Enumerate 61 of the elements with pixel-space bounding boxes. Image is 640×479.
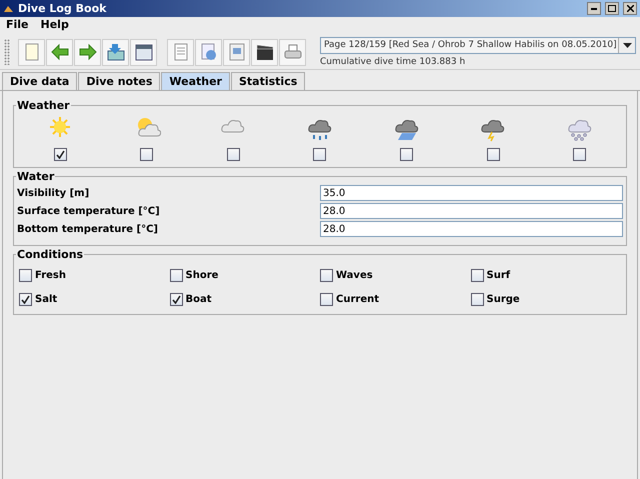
import-icon [106, 42, 126, 62]
field-label: Visibility [m] [17, 188, 90, 198]
tab[interactable]: Statistics [230, 72, 306, 90]
checkbox-label: Waves [336, 270, 373, 281]
toolbar-button[interactable] [130, 38, 157, 66]
checkbox[interactable] [470, 269, 484, 282]
tab[interactable]: Dive data [2, 72, 78, 90]
minimize-icon [591, 8, 597, 10]
cumulative-time: Cumulative dive time 103.883 h [320, 57, 466, 67]
tab[interactable]: Dive notes [78, 72, 160, 90]
checkbox[interactable] [400, 148, 414, 161]
maximize-icon [608, 5, 616, 12]
checkbox[interactable] [19, 269, 32, 282]
toolbar-grip[interactable] [4, 39, 10, 65]
panel-title: Water [16, 170, 56, 183]
monitor-icon [226, 42, 246, 62]
checkbox-label: Fresh [35, 270, 66, 281]
checkbox[interactable] [19, 293, 32, 306]
dropdown-button[interactable] [618, 38, 635, 53]
field-label: Surface temperature [°C] [17, 206, 161, 216]
left-arrow-icon [50, 42, 70, 62]
input-field[interactable]: 28.0 [320, 221, 623, 237]
window-title: Dive Log Book [18, 2, 108, 15]
right-arrow-icon [78, 42, 98, 62]
checkbox[interactable] [573, 148, 586, 161]
maximize-button[interactable] [605, 2, 619, 15]
toolbar-button[interactable] [102, 38, 129, 66]
checkbox-label: Boat [186, 294, 212, 305]
close-button[interactable] [623, 2, 637, 15]
menu-item[interactable]: Help [40, 18, 69, 34]
app-icon [3, 4, 14, 13]
menu-item[interactable]: File [6, 18, 29, 34]
toolbar-button[interactable] [251, 38, 278, 66]
clapperboard-icon [254, 42, 274, 62]
close-icon [626, 5, 634, 12]
minimize-button[interactable] [587, 2, 601, 15]
page-dropdown[interactable]: Page 128/159 [Red Sea / Ohrob 7 Shallow Habilis on 08.05.2010] [320, 37, 636, 54]
panel-title: Conditions [16, 248, 84, 261]
checkbox-label: Shore [186, 270, 218, 281]
checkbox[interactable] [320, 293, 333, 306]
checkbox[interactable] [470, 293, 484, 306]
checkbox-label: Salt [35, 294, 58, 305]
checkbox[interactable] [170, 293, 182, 306]
checkbox[interactable] [170, 269, 182, 282]
checkbox[interactable] [54, 148, 67, 161]
input-field[interactable]: 28.0 [320, 203, 623, 219]
field-label: Bottom temperature [°C] [17, 224, 160, 234]
checkbox[interactable] [313, 148, 326, 161]
checkbox[interactable] [486, 148, 500, 161]
checkbox-label: Current [336, 294, 380, 305]
caret-icon [622, 43, 632, 48]
globe-icon [198, 42, 218, 62]
checkbox[interactable] [140, 148, 154, 161]
input-field[interactable]: 35.0 [320, 185, 623, 201]
checkbox[interactable] [320, 269, 333, 282]
tab[interactable]: Weather [161, 72, 230, 90]
calendar-icon [134, 42, 154, 62]
checkbox[interactable] [226, 148, 240, 161]
checkbox-label: Surge [486, 294, 520, 305]
checkbox-label: Surf [486, 270, 510, 281]
panel-title: Weather [16, 99, 71, 112]
